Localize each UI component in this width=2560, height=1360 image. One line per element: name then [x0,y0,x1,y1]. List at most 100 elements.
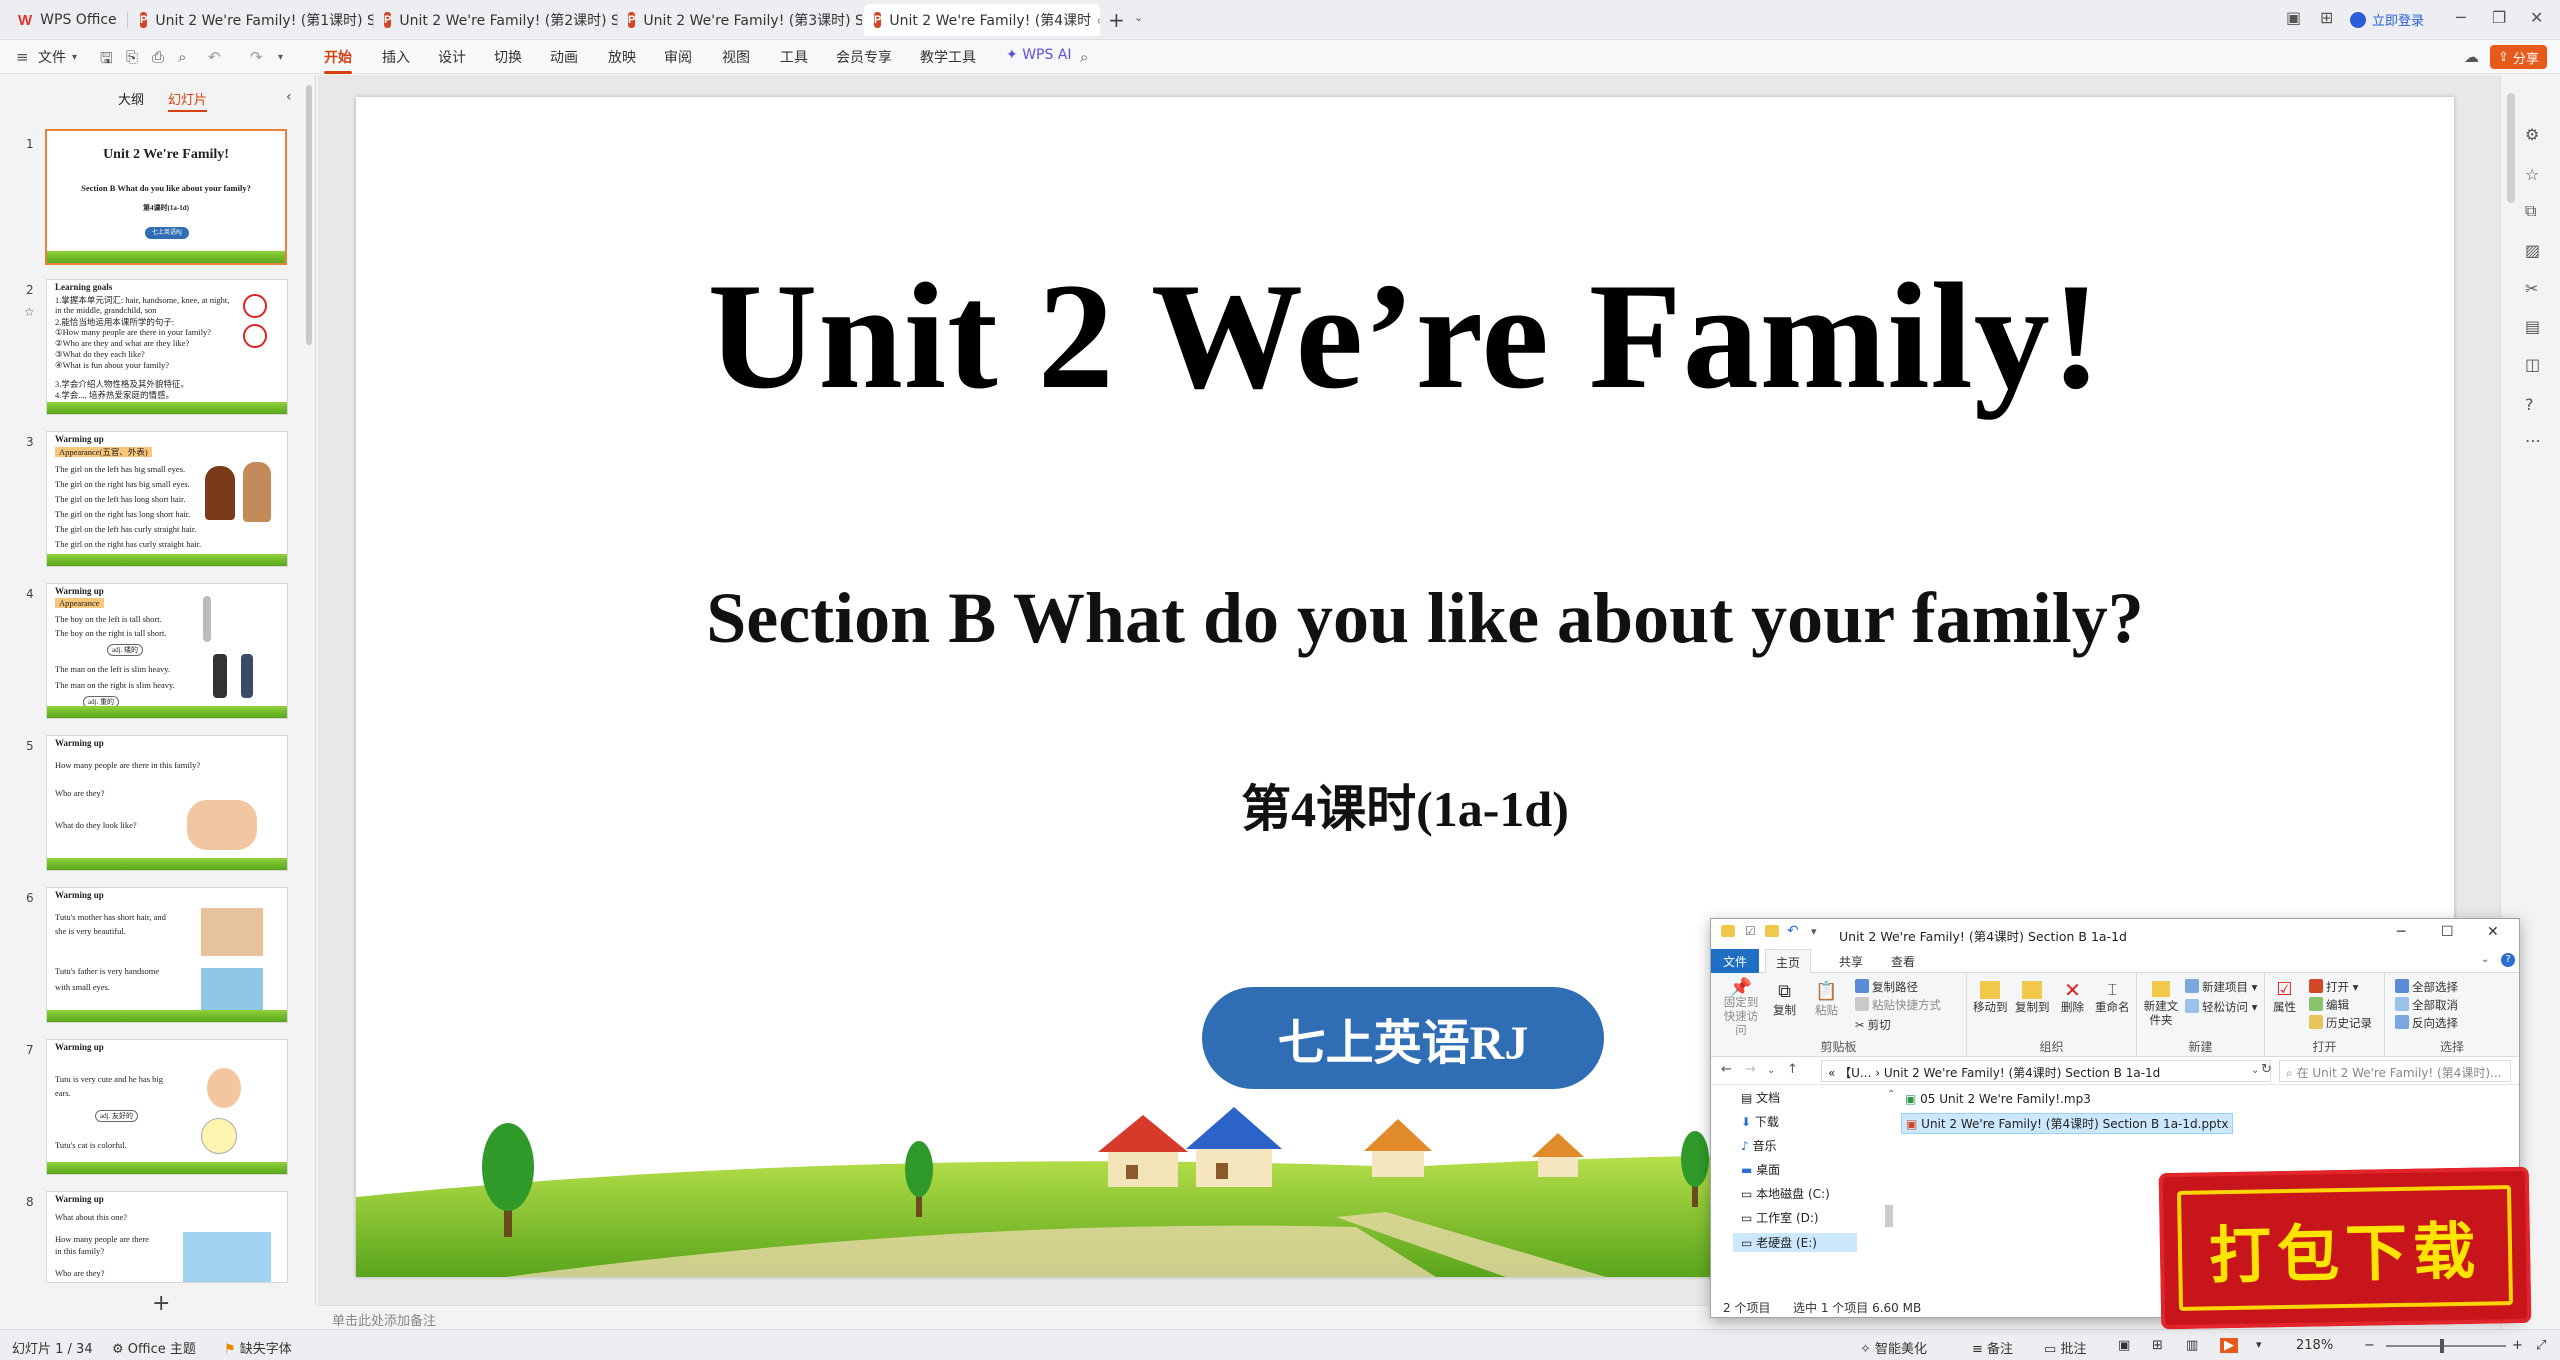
up-icon[interactable]: ↑ [1787,1062,1798,1077]
slide-thumbnail-3[interactable]: Warming up Appearance(五官、外表) The girl on… [46,431,288,567]
missing-font-button[interactable]: ⚑ 缺失字体 [224,1338,292,1357]
slide-title[interactable]: Unit 2 We’re Family! [356,249,2454,423]
notes-placeholder[interactable]: 单击此处添加备注 [332,1310,436,1329]
document-icon[interactable]: ▤ [2525,317,2540,336]
minimize-icon[interactable]: ─ [2456,8,2466,27]
nav-drive-c[interactable]: ▭ 本地磁盘 (C:) [1741,1185,1830,1202]
tab-home[interactable]: 主页 [1765,949,1812,974]
paste-button[interactable]: 📋 粘贴 [1815,981,1838,1018]
tab-document-4-active[interactable]: P Unit 2 We're Family! (第4课时 ▭ ✕ [864,4,1100,36]
cut-button[interactable]: ✂ 剪切 [1855,1017,1891,1033]
tab-view[interactable]: 查看 [1891,953,1915,970]
export-pdf-icon[interactable]: ⎘ [126,48,138,66]
reading-view-icon[interactable]: ▥ [2186,1338,2198,1353]
file-item-selected[interactable]: ▣ Unit 2 We're Family! (第4课时) Section B … [1901,1113,2234,1134]
maximize-icon[interactable]: ☐ [2441,924,2454,940]
tab-wps-home[interactable]: W WPS Office [8,4,128,36]
undo-icon[interactable]: ↶ [208,48,221,66]
tab-share[interactable]: 共享 [1839,953,1863,970]
login-button[interactable]: 立即登录 [2350,10,2424,29]
nav-scrollbar[interactable] [1885,1205,1893,1227]
play-slideshow-icon[interactable]: ▶ [2220,1338,2238,1353]
adjust-icon[interactable]: ⚙ [2525,125,2539,144]
menu-icon[interactable]: ≡ [16,48,29,66]
print-icon[interactable]: ⎙ [152,48,164,66]
open-button[interactable]: 打开 ▾ [2309,979,2358,995]
redo-icon[interactable]: ↷ [250,48,263,66]
select-all-button[interactable]: 全部选择 [2395,979,2458,995]
tab-slideshow[interactable]: 放映 [608,47,636,67]
chevron-down-icon[interactable]: ▾ [72,52,77,63]
restore-icon[interactable]: ❐ [2492,8,2506,27]
slide-subtitle[interactable]: Section B What do you like about your fa… [356,577,2454,660]
select-none-button[interactable]: 全部取消 [2395,997,2458,1013]
tab-tools[interactable]: 工具 [780,47,808,67]
slide-thumbnail-4[interactable]: Warming up Appearance The boy on the lef… [46,583,288,719]
collapse-panel-icon[interactable]: ‹ [286,89,292,105]
new-folder-button[interactable]: 新建文件夹 [2143,981,2179,1027]
cloud-sync-icon[interactable]: ☁ [2464,48,2479,66]
pin-quick-access-button[interactable]: 📌 固定到快速访问 [1721,979,1761,1038]
easy-access-button[interactable]: 轻松访问 ▾ [2185,999,2257,1015]
star-icon[interactable]: ☆ [24,305,35,319]
chevron-down-icon[interactable]: ⌄ [2481,954,2489,965]
pin-icon[interactable]: ▭ [1097,13,1100,27]
new-item-button[interactable]: 新建项目 ▾ [2185,979,2257,995]
new-tab-icon[interactable]: + [1108,8,1125,32]
properties-icon[interactable]: ☑ [1745,924,1756,938]
tab-teaching-tools[interactable]: 教学工具 [920,47,976,67]
file-item[interactable]: ▣ 05 Unit 2 We're Family!.mp3 [1901,1091,2095,1107]
tab-outline[interactable]: 大纲 [118,89,144,112]
notes-button[interactable]: ≡ 备注 [1972,1338,2013,1357]
slide-thumbnail-5[interactable]: Warming up How many people are there in … [46,735,288,871]
share-button[interactable]: ⇪ 分享 [2490,45,2547,69]
slide-sorter-icon[interactable]: ⊞ [2152,1338,2163,1353]
rename-button[interactable]: ⌶ 重命名 [2095,981,2130,1015]
tab-document-3[interactable]: P Unit 2 We're Family! (第3课时) Sect [618,4,862,36]
more-icon[interactable]: ⋯ [2525,431,2541,450]
image-icon[interactable]: ▨ [2525,241,2540,260]
wps-ai-button[interactable]: ✦ WPS AI [1006,47,1072,63]
chevron-down-icon[interactable]: ▾ [1811,925,1817,938]
zoom-slider[interactable] [2386,1345,2506,1347]
slide-lesson[interactable]: 第4课时(1a-1d) [356,769,2454,841]
forward-icon[interactable]: → [1745,1062,1756,1077]
shapes-icon[interactable]: ◫ [2525,355,2540,374]
slide-thumbnail-6[interactable]: Warming up Tutu's mother has short hair,… [46,887,288,1023]
slide-thumbnail-2[interactable]: Learning goals 1.掌握本单元词汇: hair, handsome… [46,279,288,415]
save-icon[interactable]: 🖫 [100,48,113,73]
zoom-in-icon[interactable]: + [2512,1338,2523,1353]
tab-transitions[interactable]: 切换 [494,47,522,67]
nav-drive-d[interactable]: ▭ 工作室 (D:) [1741,1209,1819,1226]
search-input[interactable]: ⌕ 在 Unit 2 We're Family! (第4课时)... [2279,1060,2511,1082]
help-icon[interactable]: ? [2501,953,2515,967]
copy-to-button[interactable]: 复制到 [2015,981,2050,1015]
chevron-down-icon[interactable]: ⌄ [1134,11,1143,24]
properties-button[interactable]: ☑ 属性 [2273,981,2296,1015]
download-banner[interactable]: 打包下载 [2158,1166,2532,1330]
copy-icon[interactable]: ⧉ [2525,201,2536,221]
address-bar[interactable]: « 【U... › Unit 2 We're Family! (第4课时) Se… [1821,1060,2271,1082]
help-icon[interactable]: ? [2525,395,2534,414]
nav-music[interactable]: ♪ 音乐 [1741,1137,1777,1154]
normal-view-icon[interactable]: ▣ [2118,1338,2130,1353]
history-button[interactable]: 历史记录 [2309,1015,2372,1031]
refresh-icon[interactable]: ↻ [2261,1062,2272,1077]
slide-thumbnail-1[interactable]: Unit 2 We're Family! Section B What do y… [45,129,287,265]
scroll-up-icon[interactable]: ⌃ [1887,1089,1895,1100]
zoom-out-icon[interactable]: − [2364,1338,2375,1353]
slide-thumbnail-7[interactable]: Warming up Tutu is very cute and he has … [46,1039,288,1175]
paste-shortcut-button[interactable]: 粘贴快捷方式 [1855,997,1941,1013]
copy-path-button[interactable]: 复制路径 [1855,979,1918,995]
invert-selection-button[interactable]: 反向选择 [2395,1015,2458,1031]
tab-home[interactable]: 开始 [324,47,352,74]
file-menu[interactable]: 文件 [38,47,66,67]
tab-view[interactable]: 视图 [722,47,750,67]
slide-thumbnail-8[interactable]: Warming up What about this one? How many… [46,1191,288,1283]
nav-desktop[interactable]: ▬ 桌面 [1741,1161,1780,1178]
print-preview-icon[interactable]: ⌕ [178,48,186,66]
minimize-icon[interactable]: ─ [2397,924,2405,940]
copy-button[interactable]: ⧉ 复制 [1773,981,1796,1018]
tab-document-2[interactable]: P Unit 2 We're Family! (第2课时) Sect [374,4,618,36]
zoom-slider-handle[interactable] [2440,1339,2444,1353]
